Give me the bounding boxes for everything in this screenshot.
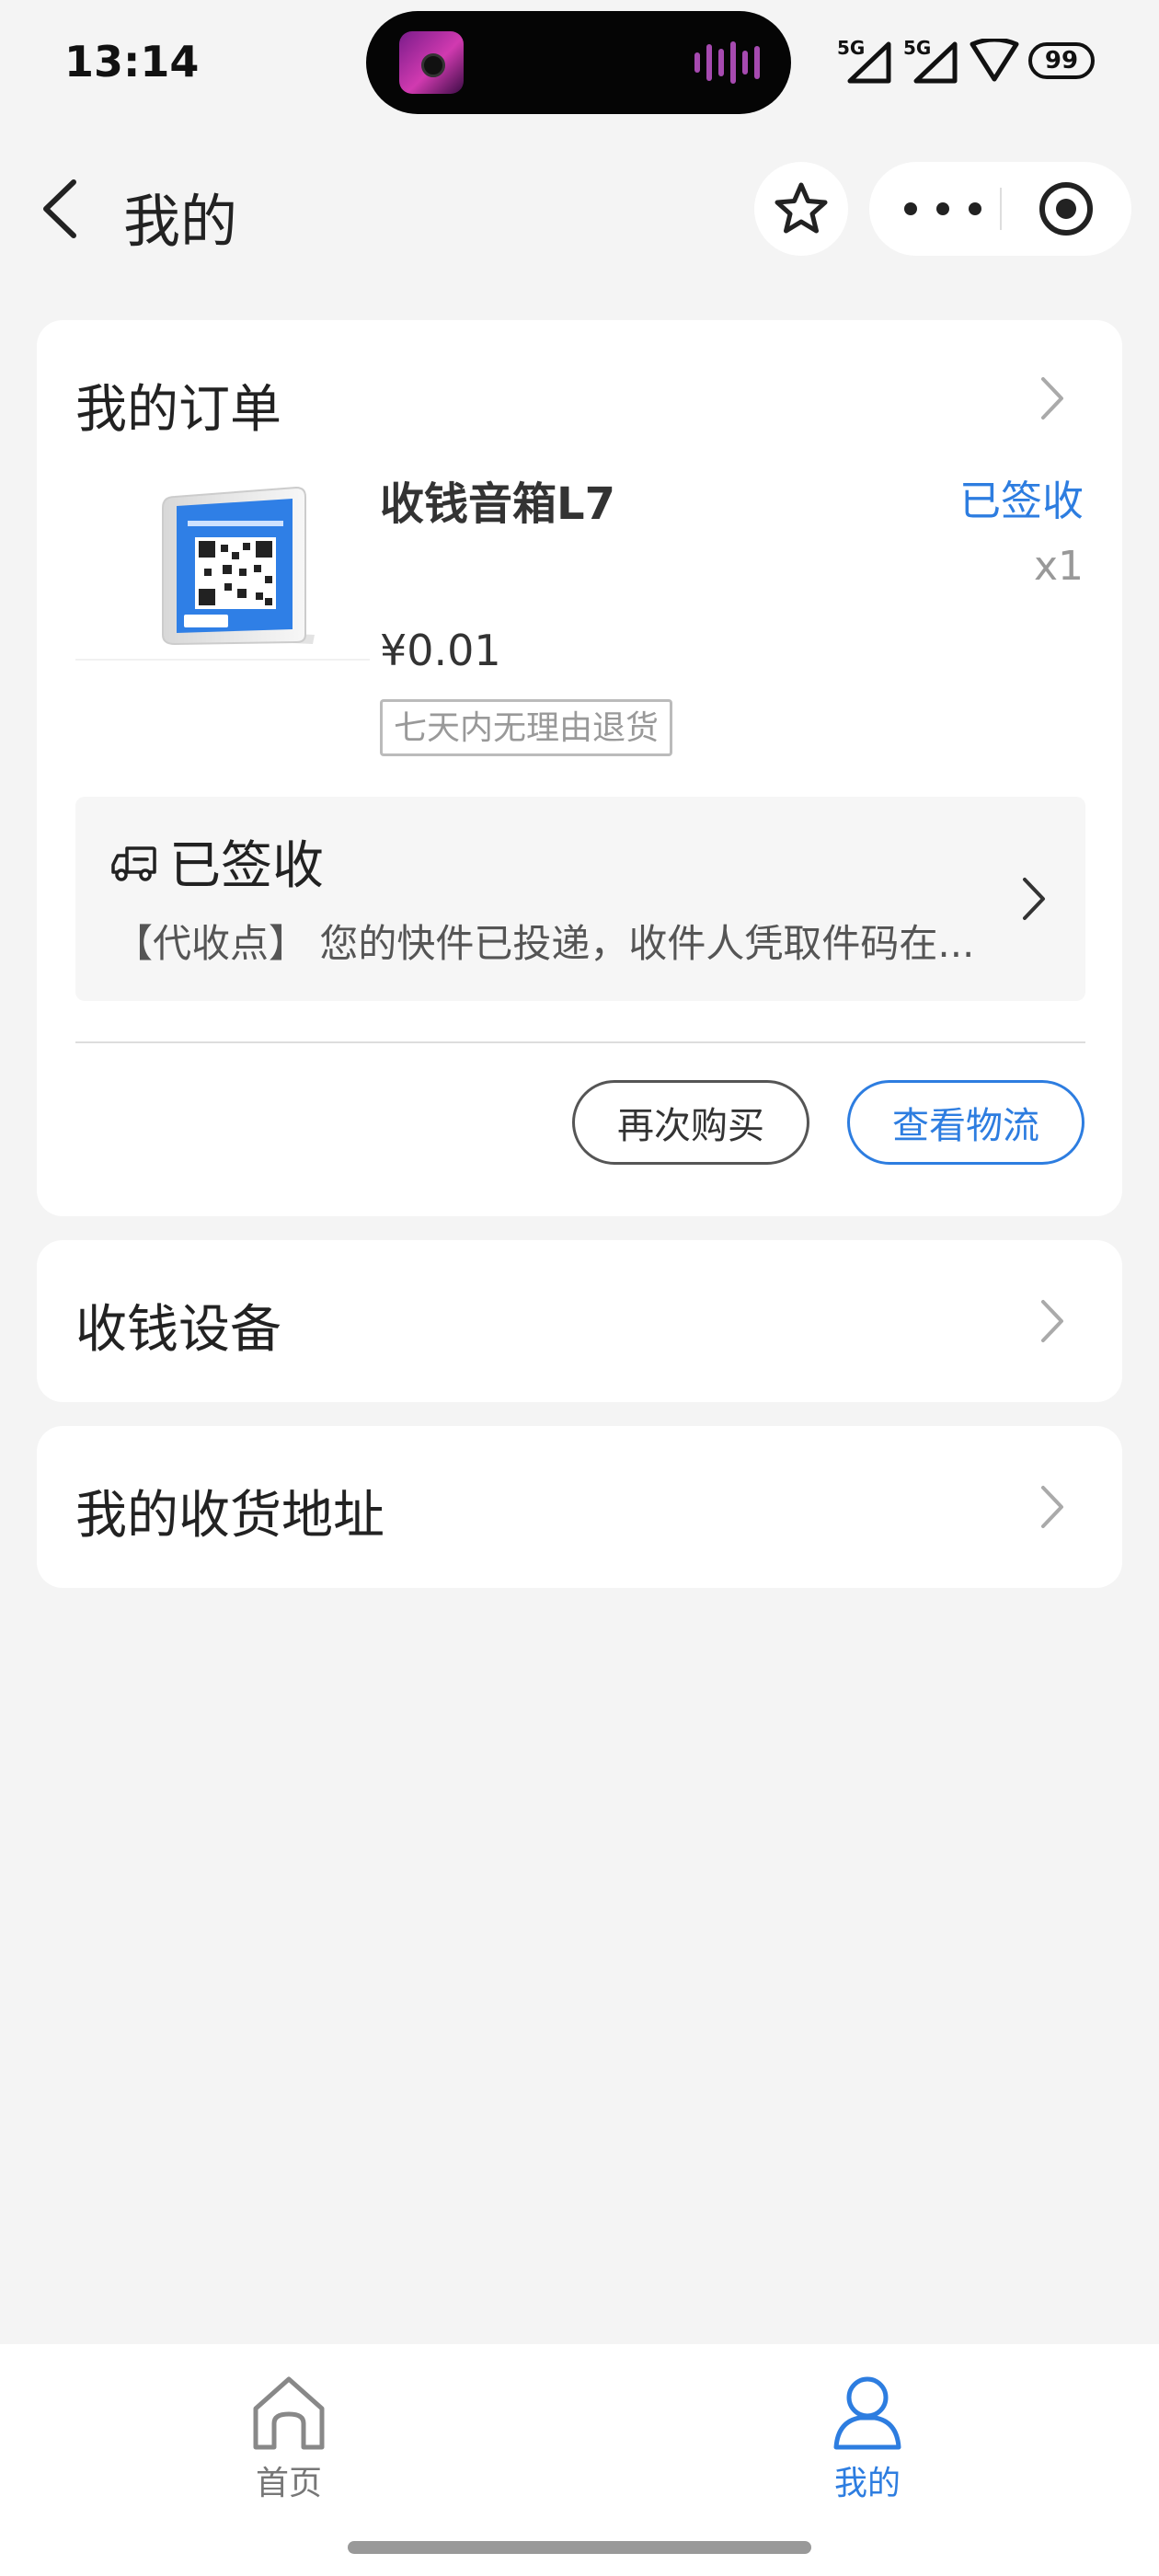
tab-home-label: 首页	[255, 2465, 322, 2502]
status-bar: 13:14 5G 5G 99	[0, 0, 1159, 120]
close-target-icon[interactable]	[1038, 180, 1095, 237]
menu-item-devices[interactable]: 收钱设备	[37, 1240, 1122, 1402]
orders-card: 我的订单 收钱音箱L7 已签收 x1 ¥0.01 七天内无理由退货 已签收 【代…	[37, 320, 1122, 1216]
address-label: 我的收货地址	[75, 1486, 384, 1546]
tab-mine[interactable]: 我的	[775, 2372, 959, 2510]
wifi-icon	[970, 39, 1019, 82]
home-indicator[interactable]	[348, 2541, 811, 2554]
logistics-panel[interactable]: 已签收 【代收点】 您的快件已投递，收件人凭取件码在...	[75, 797, 1085, 1001]
more-icon[interactable]	[904, 184, 981, 234]
tab-mine-label: 我的	[833, 2465, 901, 2502]
chevron-right-icon	[1041, 1300, 1063, 1342]
chevron-right-icon	[1023, 878, 1045, 920]
status-icons: 5G 5G 99	[837, 37, 1095, 85]
page-title: 我的	[123, 188, 238, 255]
audio-wave-icon	[694, 40, 760, 85]
media-thumbnail	[399, 31, 464, 94]
rebuy-button[interactable]: 再次购买	[572, 1080, 809, 1165]
menu-item-address[interactable]: 我的收货地址	[37, 1426, 1122, 1588]
truck-icon	[111, 846, 156, 881]
user-icon	[833, 2376, 901, 2450]
favorite-button[interactable]	[754, 162, 848, 256]
media-island[interactable]	[366, 11, 791, 114]
back-icon[interactable]	[37, 177, 83, 241]
product-image[interactable]	[75, 460, 370, 661]
order-status: 已签收	[958, 477, 1084, 525]
product-price: ¥0.01	[380, 626, 501, 675]
product-quantity: x1	[1033, 543, 1084, 590]
status-time: 13:14	[64, 37, 200, 86]
track-shipment-button[interactable]: 查看物流	[847, 1080, 1084, 1165]
star-icon	[775, 182, 828, 234]
navigation-bar: 我的	[0, 156, 1159, 258]
tab-home[interactable]: 首页	[197, 2372, 381, 2510]
chevron-right-icon[interactable]	[1038, 375, 1065, 421]
product-name[interactable]: 收钱音箱L7	[380, 467, 615, 532]
logistics-detail: 【代收点】 您的快件已投递，收件人凭取件码在...	[114, 921, 975, 966]
return-policy-tag: 七天内无理由退货	[380, 699, 673, 756]
home-icon	[253, 2376, 325, 2450]
divider	[75, 1041, 1085, 1043]
orders-title: 我的订单	[75, 380, 281, 440]
battery-icon: 99	[1028, 42, 1095, 79]
chevron-right-icon	[1041, 1486, 1063, 1528]
signal-icon: 5G	[903, 37, 960, 85]
devices-label: 收钱设备	[75, 1300, 281, 1360]
mini-app-capsule	[869, 162, 1131, 256]
signal-icon: 5G	[837, 37, 894, 85]
logistics-status: 已签收	[169, 836, 324, 896]
